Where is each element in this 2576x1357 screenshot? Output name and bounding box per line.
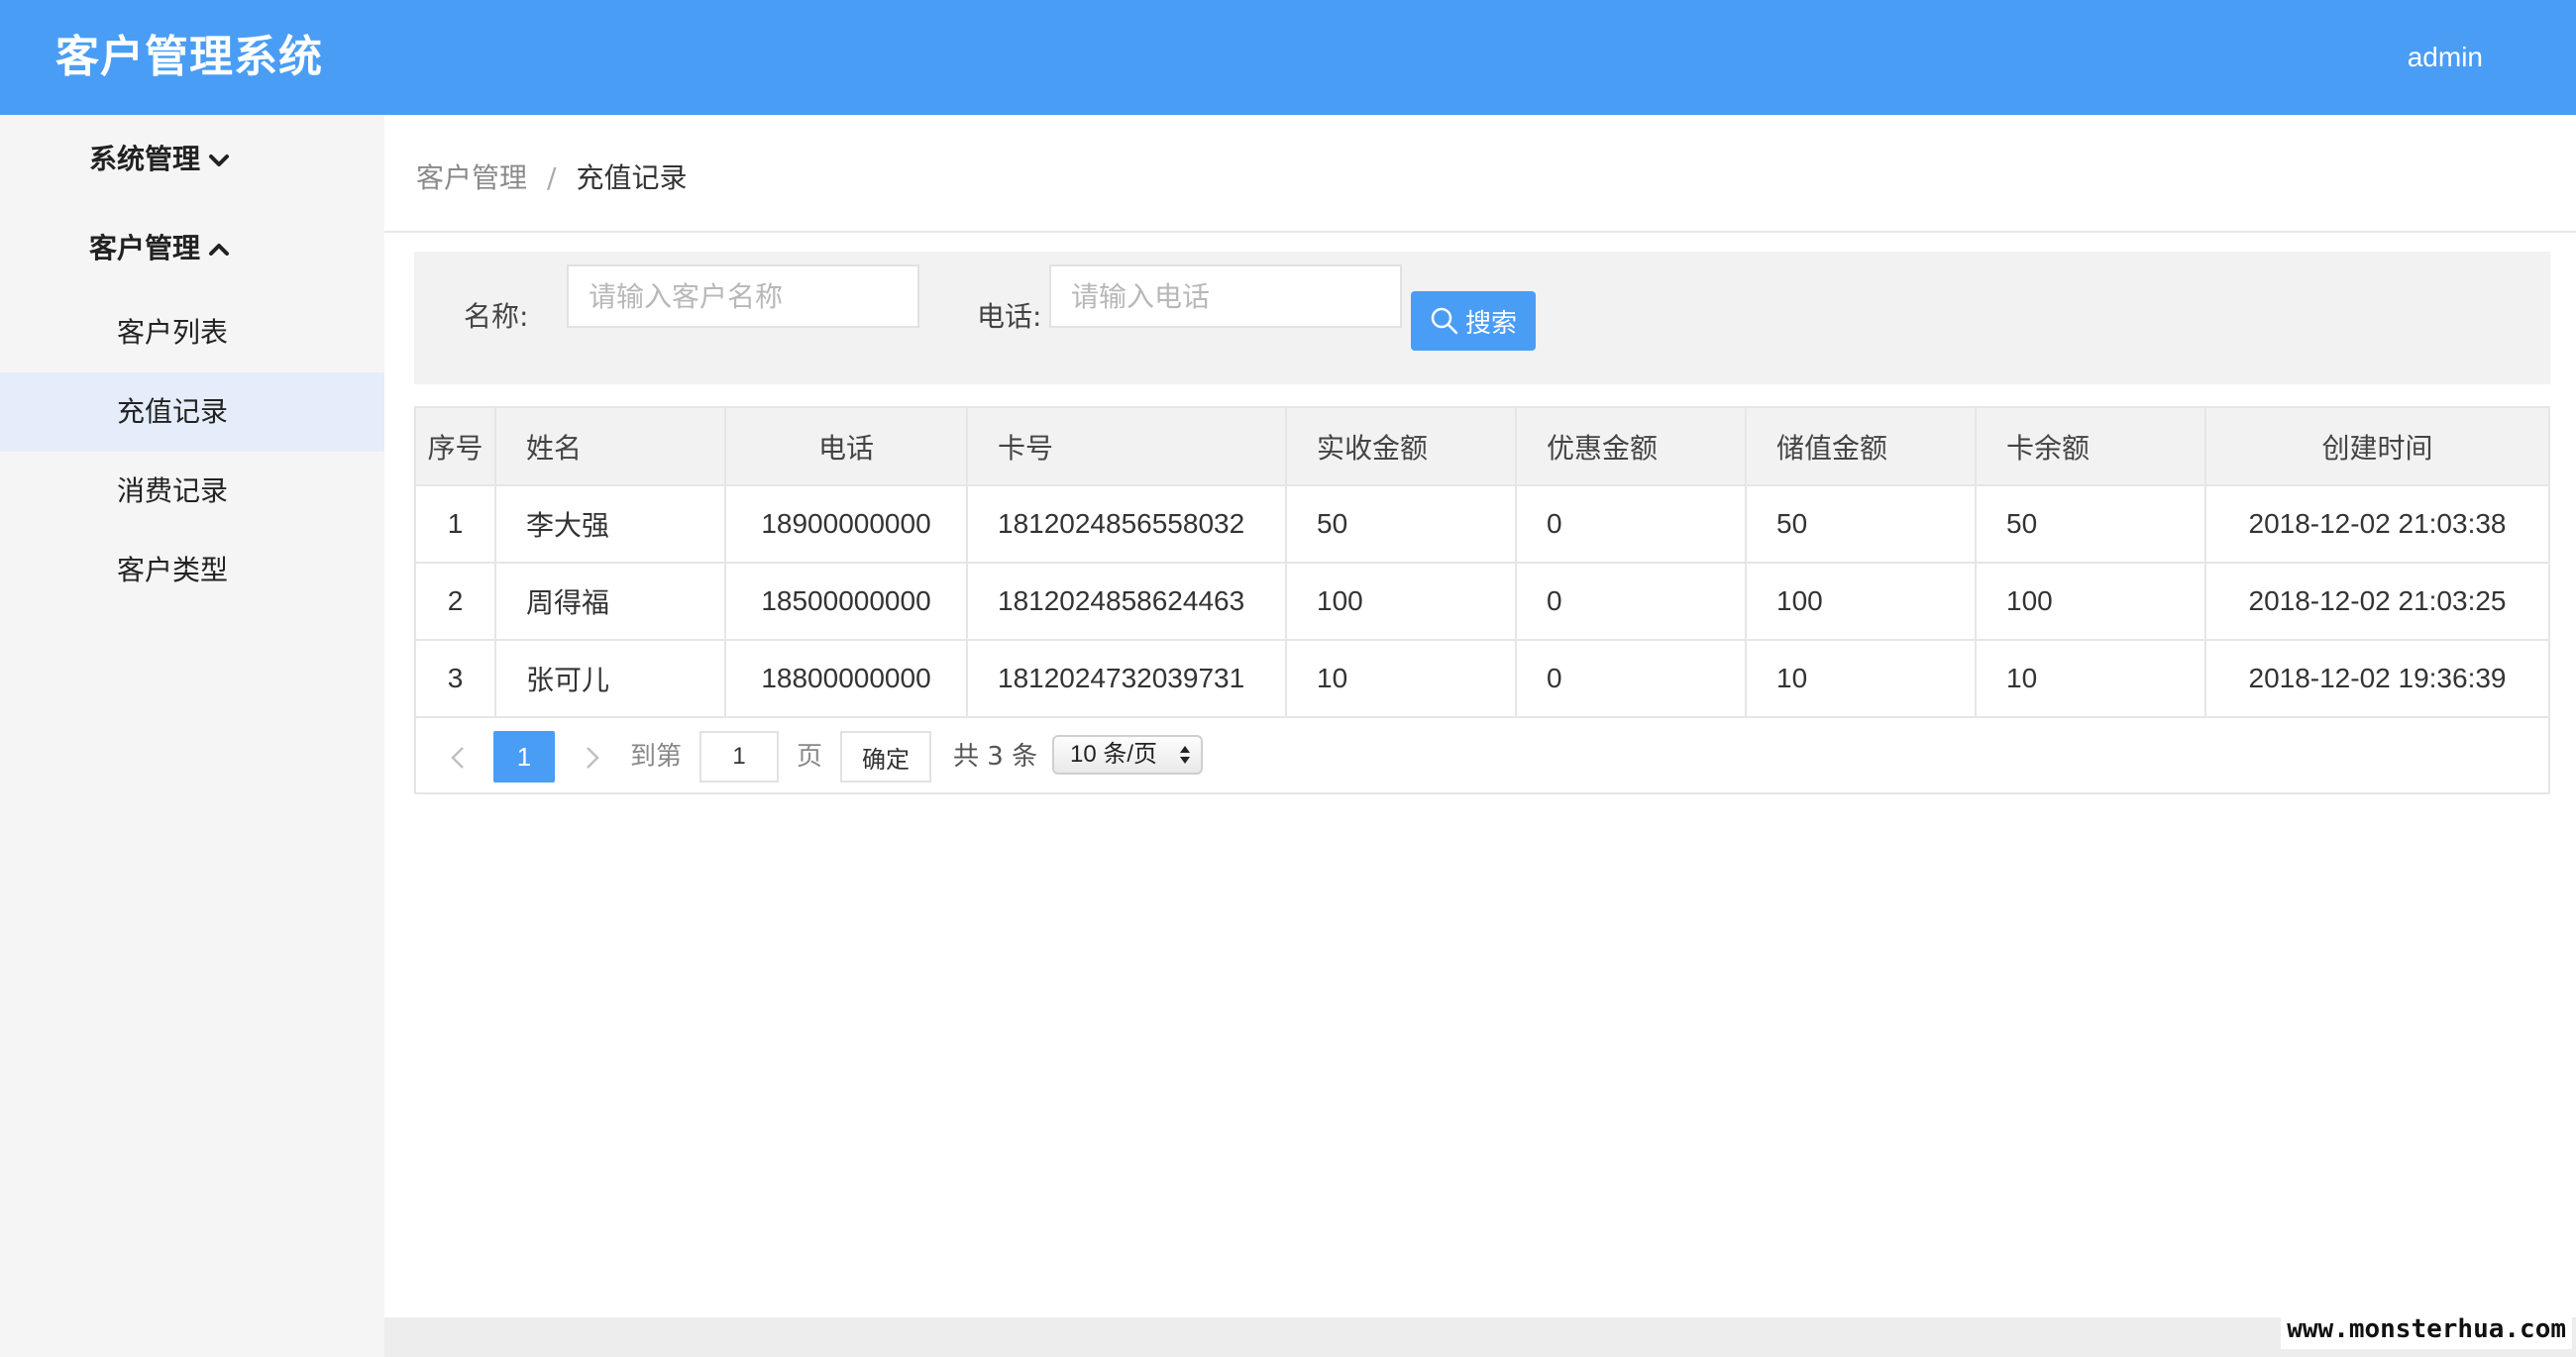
cell-stored-amount: 10 [1746, 640, 1977, 718]
chevron-right-icon[interactable] [577, 743, 606, 773]
goto-label: 到第 [630, 742, 683, 772]
cell-card-balance: 10 [1976, 640, 2206, 718]
cell-created-time: 2018-12-02 21:03:38 [2205, 485, 2548, 564]
phone-search-input[interactable] [1049, 264, 1402, 328]
goto-page-input[interactable] [699, 731, 779, 783]
cell-index: 2 [416, 563, 496, 641]
breadcrumb: 客户管理 / 充值记录 [416, 158, 687, 198]
cell-phone: 18800000000 [725, 640, 968, 718]
table-header-row: 序号 姓名 电话 卡号 实收金额 优惠金额 储值金额 卡余额 创建时间 [416, 408, 2548, 486]
cell-index: 3 [416, 640, 496, 718]
horizontal-scrollbar[interactable] [384, 1317, 2576, 1357]
cell-created-time: 2018-12-02 21:03:25 [2205, 563, 2548, 641]
total-count: 共 3 条 [953, 742, 1038, 772]
cell-stored-amount: 100 [1746, 563, 1977, 641]
cell-received-amount: 10 [1286, 640, 1517, 718]
chevron-down-icon [209, 155, 229, 166]
chevron-up-icon [209, 244, 229, 256]
column-header: 储值金额 [1746, 408, 1977, 486]
cell-name: 周得福 [495, 563, 726, 641]
main-content: 客户管理 / 充值记录 名称: 电话: 搜索 序号 姓名 电话 卡号 实收金额 优惠… [384, 115, 2576, 1317]
sidebar-group-customer[interactable]: 客户管理 [0, 204, 384, 293]
sidebar-item-label: 充值记录 [117, 395, 229, 428]
column-header: 卡余额 [1976, 408, 2206, 486]
cell-discount-amount: 0 [1516, 563, 1747, 641]
name-field-label: 名称: [464, 300, 529, 333]
column-header: 序号 [416, 408, 496, 486]
cell-card-balance: 100 [1976, 563, 2206, 641]
table-row: 1 李大强 18900000000 1812024856558032 50 0 … [416, 485, 2548, 564]
page-size-value: 10 条/页 [1070, 741, 1158, 768]
name-search-input[interactable] [567, 264, 919, 328]
sidebar-item-label: 客户列表 [117, 316, 229, 349]
user-menu[interactable]: admin [2408, 36, 2483, 79]
sidebar-item-customer-types[interactable]: 客户类型 [0, 531, 384, 610]
breadcrumb-current: 充值记录 [576, 161, 688, 194]
search-button[interactable]: 搜索 [1411, 291, 1536, 351]
cell-stored-amount: 50 [1746, 485, 1977, 564]
column-header: 实收金额 [1286, 408, 1517, 486]
sidebar-item-label: 客户类型 [117, 554, 229, 586]
column-header: 卡号 [967, 408, 1287, 486]
app-title: 客户管理系统 [55, 32, 323, 82]
cell-received-amount: 50 [1286, 485, 1517, 564]
cell-card-number: 1812024856558032 [967, 485, 1287, 564]
cell-name: 李大强 [495, 485, 726, 564]
cell-card-balance: 50 [1976, 485, 2206, 564]
table-row: 2 周得福 18500000000 1812024858624463 100 0… [416, 563, 2548, 641]
page-suffix-label: 页 [797, 742, 823, 772]
cell-card-number: 1812024858624463 [967, 563, 1287, 641]
top-header: 客户管理系统 admin [0, 0, 2576, 115]
breadcrumb-separator: / [547, 161, 557, 194]
sidebar-item-customer-list[interactable]: 客户列表 [0, 293, 384, 372]
sidebar-group-system[interactable]: 系统管理 [0, 115, 384, 204]
cell-created-time: 2018-12-02 19:36:39 [2205, 640, 2548, 718]
page-number-current[interactable]: 1 [493, 731, 555, 783]
breadcrumb-parent[interactable]: 客户管理 [416, 161, 527, 194]
column-header: 姓名 [495, 408, 726, 486]
select-arrows-icon [1180, 746, 1190, 764]
cell-discount-amount: 0 [1516, 640, 1747, 718]
cell-name: 张可儿 [495, 640, 726, 718]
phone-field-label: 电话: [977, 300, 1042, 333]
sidebar: 系统管理 客户管理 客户列表 充值记录 消费记录 客户类型 [0, 115, 384, 1357]
sidebar-group-label: 系统管理 [88, 143, 200, 175]
chevron-left-icon[interactable] [444, 743, 474, 773]
cell-received-amount: 100 [1286, 563, 1517, 641]
page-size-select[interactable]: 10 条/页 [1052, 735, 1203, 775]
column-header: 创建时间 [2205, 408, 2548, 486]
table-row: 3 张可儿 18800000000 1812024732039731 10 0 … [416, 640, 2548, 718]
search-button-label: 搜索 [1464, 308, 1517, 339]
search-icon [1431, 307, 1458, 335]
cell-discount-amount: 0 [1516, 485, 1747, 564]
column-header: 电话 [725, 408, 968, 486]
cell-phone: 18900000000 [725, 485, 968, 564]
sidebar-item-recharge-records[interactable]: 充值记录 [0, 372, 384, 452]
cell-phone: 18500000000 [725, 563, 968, 641]
breadcrumb-divider [384, 231, 2576, 233]
cell-index: 1 [416, 485, 496, 564]
sidebar-item-label: 消费记录 [117, 474, 229, 507]
recharge-records-table: 序号 姓名 电话 卡号 实收金额 优惠金额 储值金额 卡余额 创建时间 1 李大… [414, 406, 2550, 794]
pagination: 1 到第 页 确定 共 3 条 10 条/页 [416, 719, 2548, 794]
goto-confirm-button[interactable]: 确定 [840, 731, 931, 783]
cell-card-number: 1812024732039731 [967, 640, 1287, 718]
sidebar-item-consumption-records[interactable]: 消费记录 [0, 452, 384, 531]
sidebar-group-label: 客户管理 [88, 232, 200, 264]
column-header: 优惠金额 [1516, 408, 1747, 486]
watermark: www.monsterhua.com [2281, 1309, 2572, 1349]
